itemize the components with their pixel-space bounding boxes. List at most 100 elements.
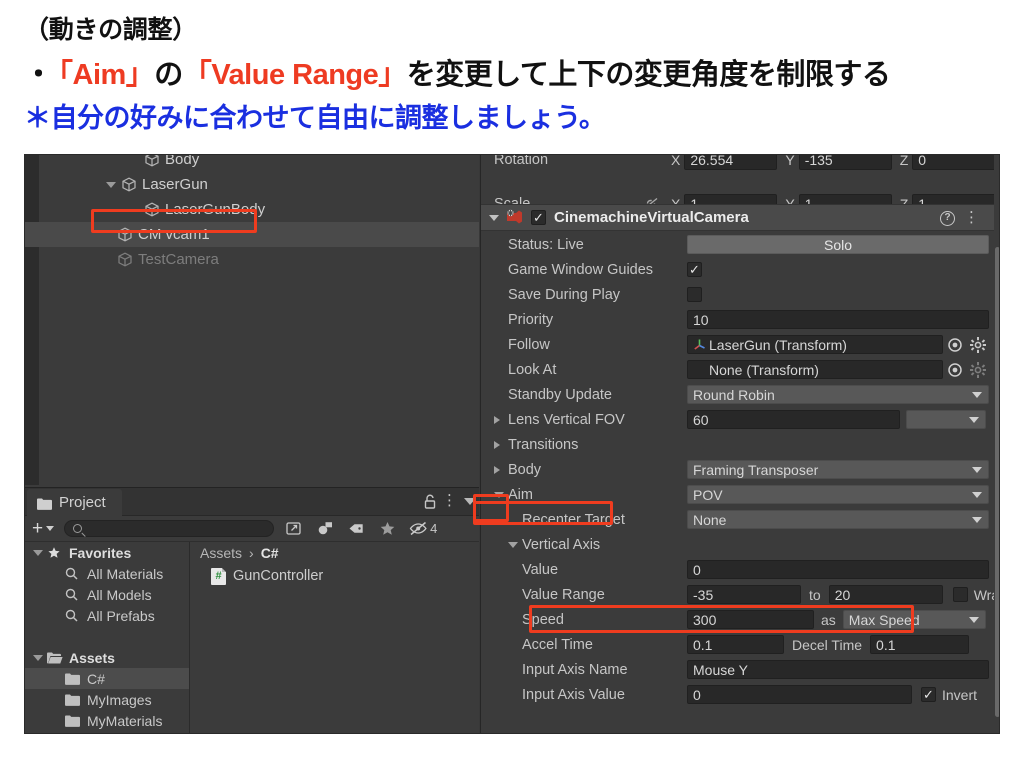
project-tree-item-favorites[interactable]: Favorites bbox=[25, 542, 189, 563]
checkmark-icon: ✓ bbox=[923, 686, 934, 702]
lens-preset-dropdown[interactable] bbox=[906, 410, 986, 429]
gear-icon[interactable] bbox=[970, 361, 986, 378]
property-dropdown[interactable]: Framing Transposer bbox=[687, 460, 989, 479]
chevron-down-icon[interactable] bbox=[33, 654, 43, 661]
property-label: Input Axis Name bbox=[522, 661, 628, 678]
search-input[interactable] bbox=[64, 520, 275, 537]
chevron-down-icon[interactable] bbox=[33, 549, 43, 556]
property-row-vertical-axis: Vertical Axis bbox=[481, 532, 995, 557]
project-tree-item-all-prefabs[interactable]: All Prefabs bbox=[25, 605, 189, 626]
wrap-checkbox[interactable] bbox=[952, 587, 968, 602]
project-tree-item-c-[interactable]: C# bbox=[25, 668, 189, 689]
gameobject-cube-icon bbox=[144, 155, 160, 167]
list-item[interactable]: # GunController bbox=[191, 564, 479, 588]
breadcrumb-root[interactable]: Assets bbox=[200, 545, 242, 561]
transform-component-rows: Rotation X 26.554 Y -135 Z 0 Scale X 1 bbox=[481, 155, 999, 213]
transform-rotation-row[interactable]: Rotation X 26.554 Y -135 Z 0 bbox=[481, 155, 999, 172]
property-text-field[interactable]: 10 bbox=[687, 310, 989, 329]
hierarchy-item-testcamera[interactable]: TestCamera bbox=[39, 247, 479, 272]
scrollbar-thumb[interactable] bbox=[995, 247, 999, 717]
component-kebab-icon[interactable]: ⋮ bbox=[964, 209, 979, 226]
hierarchy-item-body[interactable]: Body bbox=[39, 155, 479, 172]
chevron-right-icon[interactable] bbox=[494, 466, 500, 474]
property-field-wrapper: -35to20Wrap bbox=[687, 585, 999, 604]
speed-field[interactable]: 300 bbox=[687, 610, 814, 629]
speed-mode-dropdown[interactable]: Max Speed bbox=[842, 610, 986, 629]
project-tree-item-assets[interactable]: Assets bbox=[25, 647, 189, 668]
property-dropdown[interactable]: None bbox=[687, 510, 989, 529]
help-icon[interactable]: ? bbox=[940, 211, 955, 226]
component-header-cinemachine[interactable]: ✓ CinemachineVirtualCamera ? ⋮ bbox=[481, 204, 995, 231]
filter-by-type-icon[interactable] bbox=[314, 519, 336, 538]
add-asset-icon[interactable]: + bbox=[32, 519, 43, 538]
project-tree-item-label: All Models bbox=[87, 586, 152, 603]
breadcrumb-current[interactable]: C# bbox=[261, 545, 279, 561]
object-picker-icon[interactable] bbox=[947, 337, 963, 353]
slide-header-text: （動きの調整） ・「Aim」の「Value Range」を変更して上下の変更角度… bbox=[0, 0, 1024, 137]
favorites-star-icon[interactable] bbox=[376, 519, 398, 538]
property-field-wrapper: None (Transform) bbox=[687, 360, 986, 379]
folder-open-icon bbox=[47, 651, 64, 665]
project-hidden-menu-icon[interactable] bbox=[464, 498, 476, 505]
search-in-window-icon[interactable] bbox=[283, 519, 305, 538]
tab-project[interactable]: Project bbox=[27, 489, 122, 516]
csharp-script-icon: # bbox=[211, 567, 226, 585]
component-enabled-checkbox[interactable]: ✓ bbox=[531, 210, 546, 225]
object-reference-value: None (Transform) bbox=[709, 361, 819, 378]
inspector-panel[interactable]: Rotation X 26.554 Y -135 Z 0 Scale X 1 bbox=[480, 155, 999, 733]
property-text-field[interactable]: Mouse Y bbox=[687, 660, 989, 679]
property-row-aim: Aim POV bbox=[481, 482, 995, 507]
property-text-field[interactable]: 0 bbox=[687, 560, 989, 579]
inspector-scrollbar[interactable] bbox=[994, 155, 999, 733]
invert-checkbox[interactable]: ✓ bbox=[921, 687, 936, 702]
object-reference-field[interactable]: None (Transform) bbox=[687, 360, 943, 379]
rotation-x-field[interactable]: 26.554 bbox=[684, 155, 778, 170]
hierarchy-panel[interactable]: Body LaserGun LaserGunBody CM vcam1 TestCame… bbox=[25, 155, 479, 485]
project-kebab-icon[interactable]: ⋮ bbox=[442, 493, 457, 509]
project-panel[interactable]: Project ⋮ + 4 Favorites All Materials Al… bbox=[25, 487, 479, 733]
property-label: Game Window Guides bbox=[508, 261, 654, 278]
lens-fov-field[interactable]: 60 bbox=[687, 410, 900, 429]
property-dropdown[interactable]: Round Robin bbox=[687, 385, 989, 404]
chevron-right-icon[interactable] bbox=[494, 441, 500, 449]
project-tree-item-myimages[interactable]: MyImages bbox=[25, 689, 189, 710]
hierarchy-item-lasergunbody[interactable]: LaserGunBody bbox=[39, 197, 479, 222]
object-reference-field[interactable]: LaserGun (Transform) bbox=[687, 335, 943, 354]
property-row-recenter-target: Recenter Target None bbox=[481, 507, 995, 532]
chevron-right-icon[interactable] bbox=[494, 416, 500, 424]
property-field-wrapper: POV bbox=[687, 485, 989, 504]
project-tree-item-all-materials[interactable]: All Materials bbox=[25, 563, 189, 584]
chevron-down-icon[interactable] bbox=[106, 181, 116, 188]
project-content-pane[interactable]: Assets › C# # GunController bbox=[191, 542, 479, 733]
project-tab-bar: Project ⋮ bbox=[25, 488, 479, 516]
project-tree-item-mymaterials[interactable]: MyMaterials bbox=[25, 710, 189, 731]
input-axis-value-field[interactable]: 0 bbox=[687, 685, 912, 704]
property-dropdown[interactable]: POV bbox=[687, 485, 989, 504]
property-checkbox[interactable] bbox=[687, 287, 702, 302]
property-row-standby-update: Standby Update Round Robin bbox=[481, 382, 995, 407]
value-range-min-field[interactable]: -35 bbox=[687, 585, 801, 604]
chevron-down-icon bbox=[969, 417, 979, 423]
chevron-down-icon[interactable] bbox=[494, 492, 504, 498]
value-range-max-field[interactable]: 20 bbox=[828, 585, 943, 604]
filter-by-label-icon[interactable] bbox=[345, 519, 367, 538]
object-picker-icon[interactable] bbox=[947, 362, 963, 378]
accel-time-field[interactable]: 0.1 bbox=[687, 635, 784, 654]
cinemachine-icon bbox=[505, 209, 525, 226]
rotation-z-field[interactable]: 0 bbox=[912, 155, 999, 170]
hierarchy-item-lasergun[interactable]: LaserGun bbox=[39, 172, 479, 197]
chevron-down-icon[interactable] bbox=[508, 542, 518, 548]
gear-icon[interactable] bbox=[970, 336, 986, 353]
lock-icon[interactable] bbox=[423, 494, 437, 509]
hierarchy-item-cm-vcam1[interactable]: CM vcam1 bbox=[25, 222, 479, 247]
property-checkbox[interactable]: ✓ bbox=[687, 262, 702, 277]
property-label: Body bbox=[508, 461, 542, 478]
project-tree[interactable]: Favorites All Materials All Models All Pref… bbox=[25, 542, 190, 733]
add-asset-caret-icon[interactable] bbox=[46, 526, 55, 531]
solo-button[interactable]: Solo bbox=[687, 235, 989, 254]
decel-time-field[interactable]: 0.1 bbox=[870, 635, 970, 654]
visibility-off-icon[interactable] bbox=[407, 519, 429, 538]
component-foldout-icon[interactable] bbox=[489, 214, 499, 221]
rotation-y-field[interactable]: -135 bbox=[798, 155, 892, 170]
project-tree-item-all-models[interactable]: All Models bbox=[25, 584, 189, 605]
